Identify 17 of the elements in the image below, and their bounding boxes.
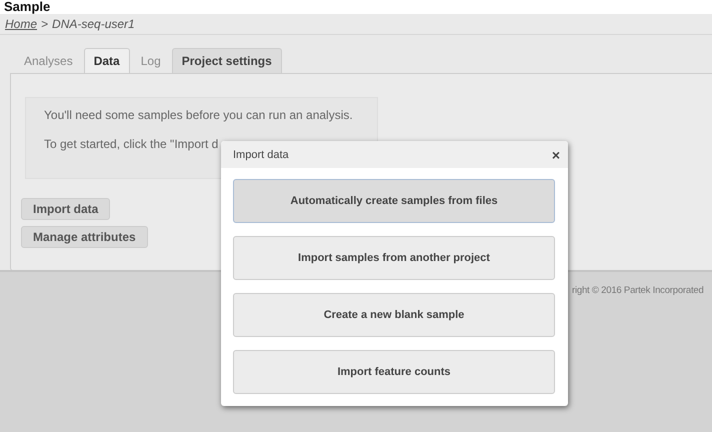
close-button[interactable]: × bbox=[552, 146, 560, 162]
tab[interactable]: Project settings bbox=[172, 48, 282, 73]
option-button[interactable]: Import feature counts bbox=[233, 350, 555, 394]
option-button[interactable]: Automatically create samples from files bbox=[233, 179, 555, 223]
tab[interactable]: Data bbox=[84, 48, 130, 73]
breadcrumb-separator: > bbox=[41, 17, 48, 31]
page-heading: Sample bbox=[4, 0, 50, 14]
home-link[interactable]: Home bbox=[5, 17, 38, 31]
message-text: To get started, click the "Import d bbox=[44, 137, 218, 151]
action-button[interactable]: Manage attributes bbox=[21, 226, 148, 248]
breadcrumb-current: DNA-seq-user1 bbox=[52, 17, 135, 31]
action-button[interactable]: Import data bbox=[21, 198, 110, 220]
option-button[interactable]: Create a new blank sample bbox=[233, 293, 555, 337]
option-button[interactable]: Import samples from another project bbox=[233, 236, 555, 280]
copyright-text: right © 2016 Partek Incorporated bbox=[572, 285, 704, 298]
message-text: You'll need some samples before you can run an analysis. bbox=[44, 108, 353, 122]
dialog-title: Import data bbox=[233, 148, 289, 160]
